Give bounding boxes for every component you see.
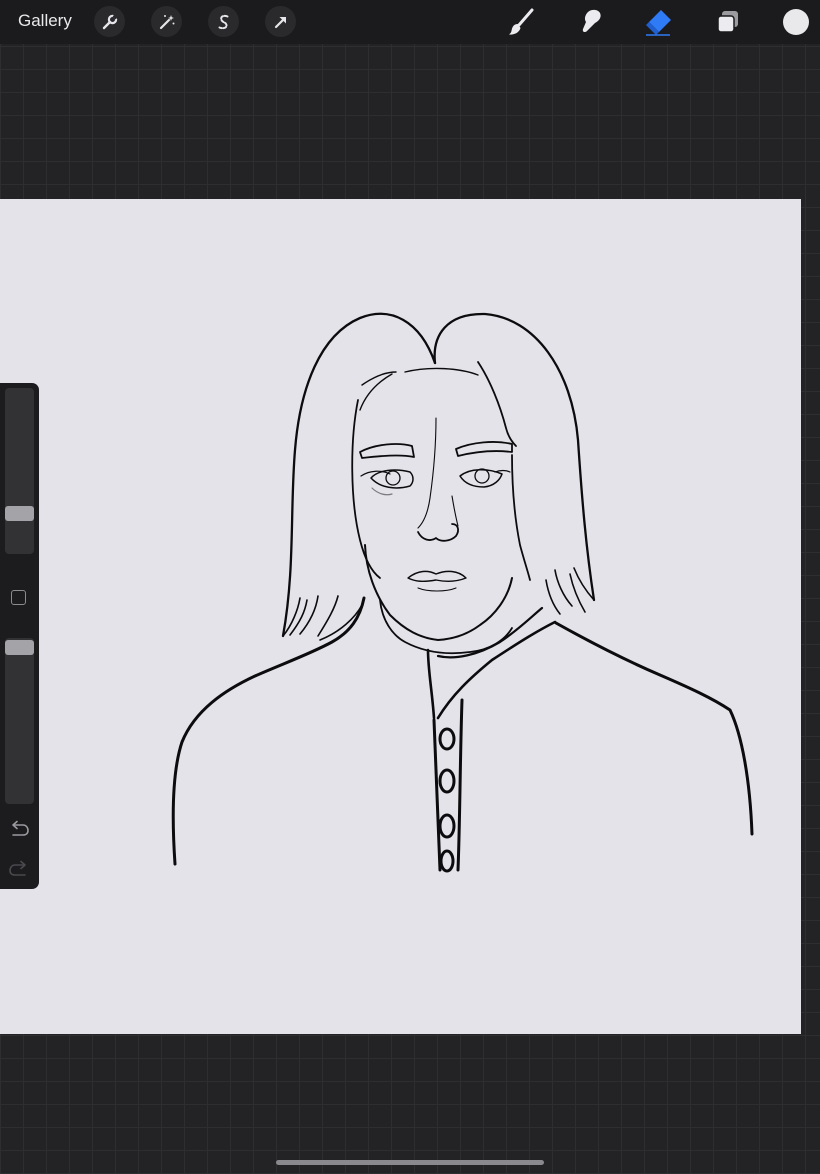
smudge-button[interactable] (574, 6, 606, 38)
selection-icon (218, 14, 228, 29)
brush-size-slider[interactable] (5, 388, 34, 554)
opacity-handle[interactable] (5, 640, 34, 655)
actions-button[interactable] (94, 6, 125, 37)
drawing-canvas[interactable] (0, 199, 801, 1034)
smudge-icon (582, 9, 601, 33)
sidebar (0, 383, 39, 889)
magic-wand-icon (159, 14, 174, 29)
layers-icon (717, 11, 738, 33)
line-art-portrait (171, 312, 754, 873)
brush-size-handle[interactable] (5, 506, 34, 521)
eraser-button[interactable] (642, 6, 674, 38)
brush-button[interactable] (505, 6, 537, 38)
transform-arrow-icon (274, 16, 286, 28)
brush-icon (509, 8, 534, 35)
gallery-button[interactable]: Gallery (18, 11, 72, 31)
opacity-slider[interactable] (5, 638, 34, 804)
modify-button[interactable] (11, 590, 26, 605)
eraser-icon (646, 10, 671, 36)
redo-icon[interactable] (8, 860, 30, 880)
home-indicator[interactable] (276, 1160, 544, 1165)
wrench-icon (102, 14, 117, 29)
undo-icon[interactable] (8, 820, 30, 840)
layers-button[interactable] (712, 6, 744, 38)
transform-button[interactable] (265, 6, 296, 37)
color-picker-button[interactable] (783, 9, 809, 35)
selection-button[interactable] (208, 6, 239, 37)
top-toolbar: Gallery (0, 0, 820, 44)
adjustments-button[interactable] (151, 6, 182, 37)
